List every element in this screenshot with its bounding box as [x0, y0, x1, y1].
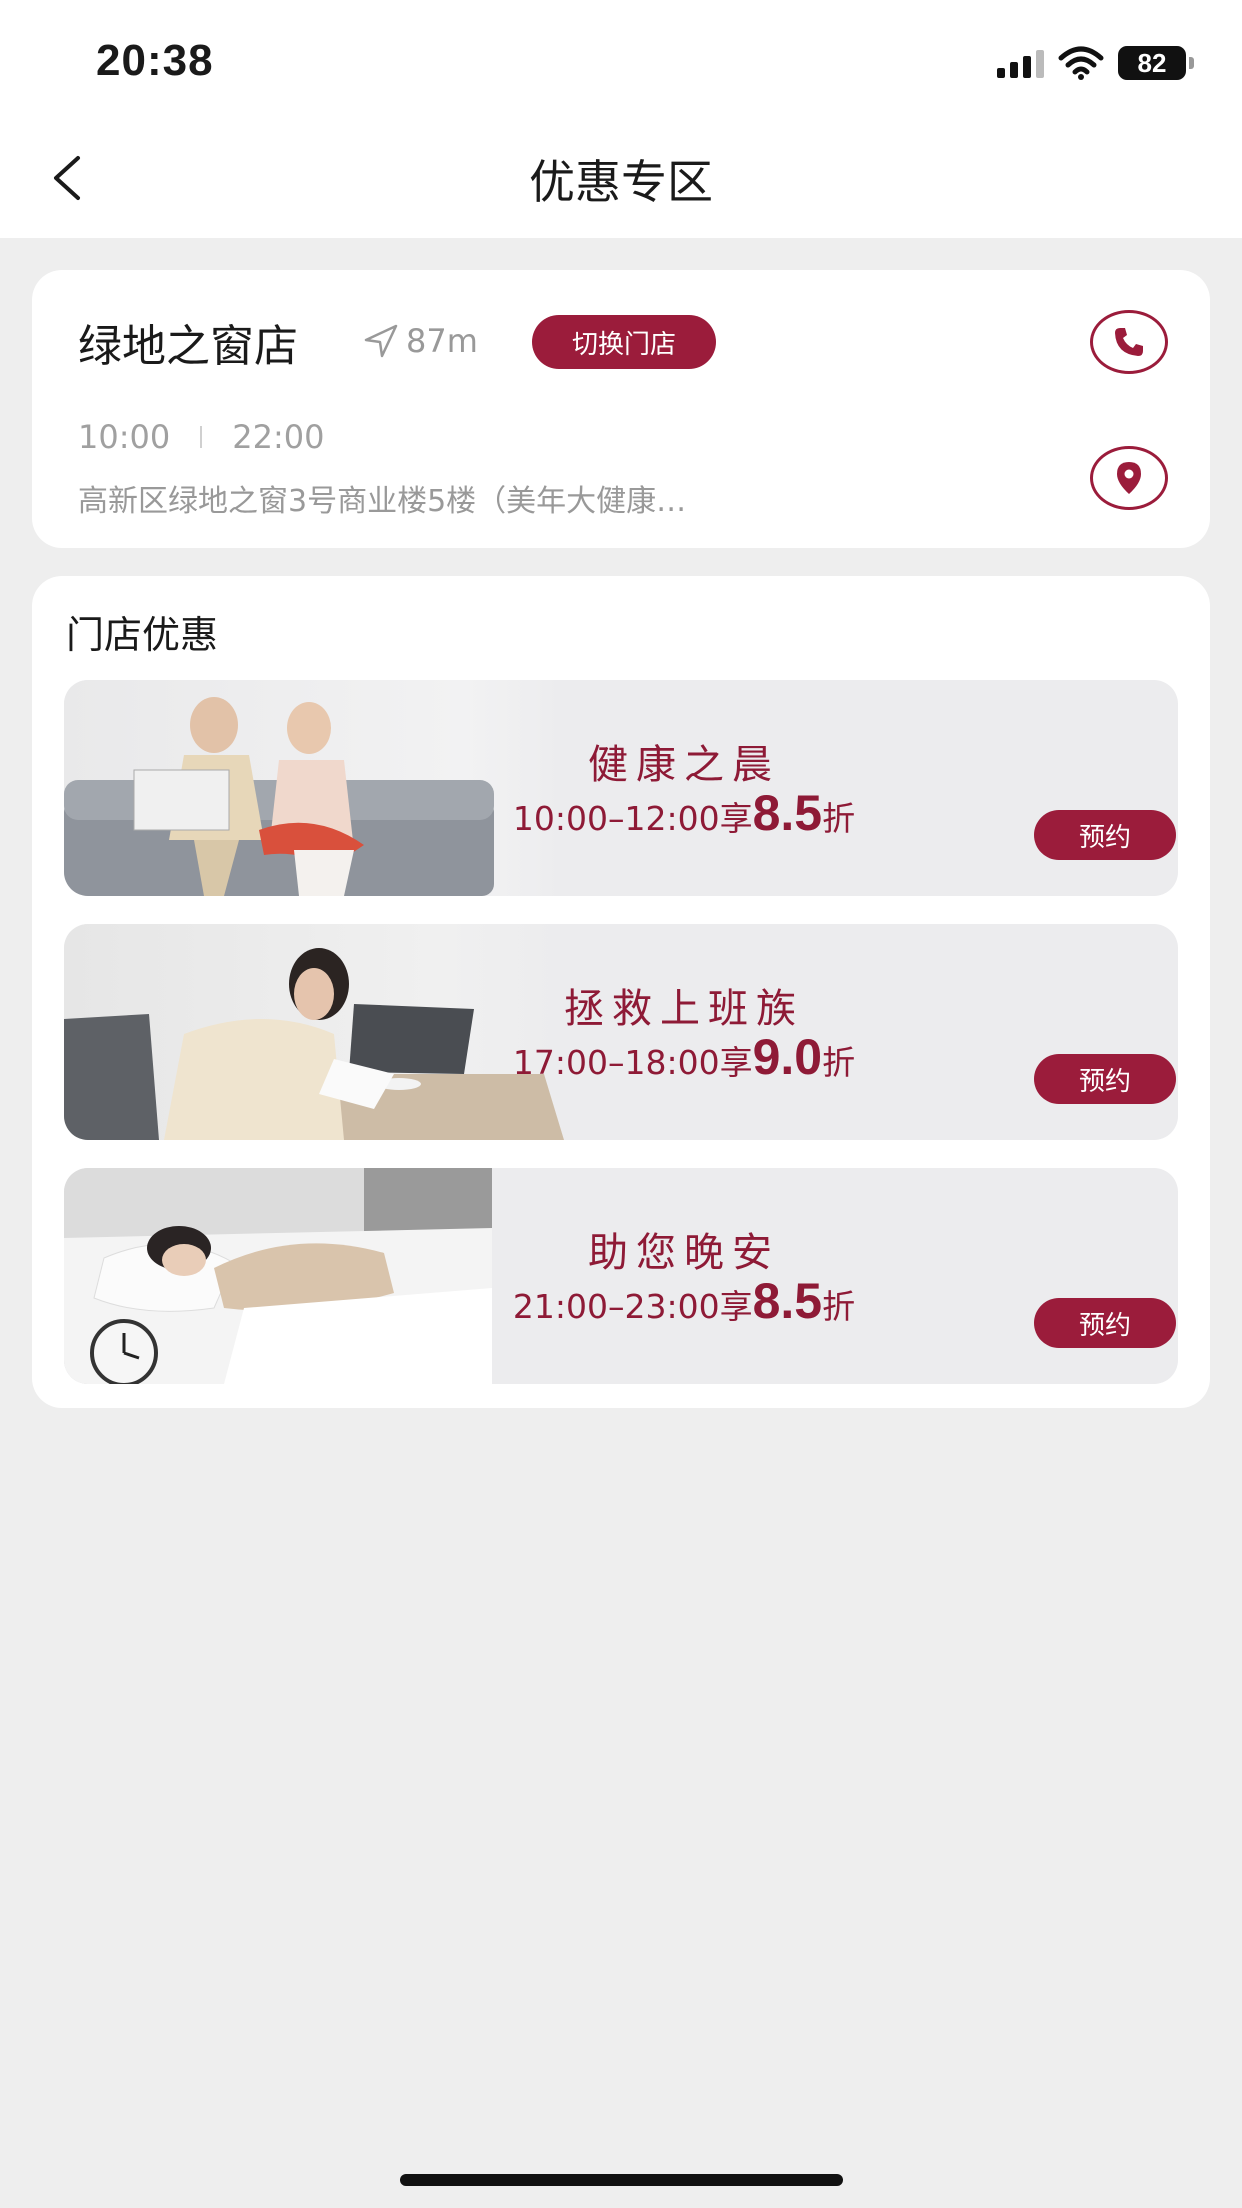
close-time: 22:00: [232, 418, 325, 456]
battery-icon: 82: [1118, 46, 1194, 80]
promo-time: 17:00–18:00享9.0折: [434, 1028, 934, 1086]
hours-divider: [200, 426, 203, 448]
store-distance: 87m: [362, 322, 478, 360]
phone-icon: [1115, 328, 1143, 356]
promo-item-morning[interactable]: 健康之晨 10:00–12:00享8.5折 预约: [64, 680, 1178, 896]
location-pin-icon: [1117, 462, 1141, 494]
location-button[interactable]: [1090, 446, 1168, 510]
promotions-card: 门店优惠 健康之晨 10:00–12:00享8.5折 预约 拯救上班族 17:0…: [32, 576, 1210, 1408]
store-name: 绿地之窗店: [78, 321, 298, 372]
book-button[interactable]: 预约: [1034, 1054, 1176, 1104]
book-button[interactable]: 预约: [1034, 1298, 1176, 1348]
promo-time-range: 17:00–18:00享: [512, 1043, 753, 1082]
nav-bar: 优惠专区: [0, 120, 1242, 238]
wifi-icon: [1058, 46, 1104, 80]
store-address: 高新区绿地之窗3号商业楼5楼（美年大健康…: [78, 484, 687, 519]
promo-rate: 8.5: [752, 785, 823, 841]
promo-name: 拯救上班族: [564, 986, 804, 1032]
store-card: 绿地之窗店 87m 切换门店 10:00 22:00 高新区绿地之窗3号商业楼5…: [32, 270, 1210, 548]
promo-name: 健康之晨: [588, 742, 780, 788]
promo-rate-unit: 折: [822, 1287, 856, 1326]
call-button[interactable]: [1090, 310, 1168, 374]
store-hours: 10:00 22:00: [78, 418, 324, 456]
signal-icon: [997, 48, 1044, 78]
navigation-arrow-icon: [364, 324, 398, 358]
promo-rate: 8.5: [752, 1273, 823, 1329]
book-button[interactable]: 预约: [1034, 810, 1176, 860]
switch-store-button[interactable]: 切换门店: [532, 315, 716, 369]
promo-time-range: 21:00–23:00享: [512, 1287, 753, 1326]
promo-item-office-worker[interactable]: 拯救上班族 17:00–18:00享9.0折 预约: [64, 924, 1178, 1140]
promo-name: 助您晚安: [588, 1230, 780, 1276]
promo-rate-unit: 折: [822, 799, 856, 838]
distance-value: 87m: [406, 322, 478, 360]
status-icons: 82: [997, 46, 1194, 80]
home-indicator[interactable]: [400, 2174, 843, 2186]
page-title: 优惠专区: [529, 155, 713, 209]
status-time: 20:38: [96, 36, 214, 85]
promo-time: 21:00–23:00享8.5折: [434, 1272, 934, 1330]
open-time: 10:00: [78, 418, 171, 456]
promo-item-good-night[interactable]: 助您晚安 21:00–23:00享8.5折 预约: [64, 1168, 1178, 1384]
promo-time-range: 10:00–12:00享: [512, 799, 753, 838]
status-bar: 20:38 82: [0, 0, 1242, 120]
promo-time: 10:00–12:00享8.5折: [434, 784, 934, 842]
section-title: 门店优惠: [66, 613, 219, 657]
promo-rate: 9.0: [752, 1029, 823, 1085]
promo-rate-unit: 折: [822, 1043, 856, 1082]
